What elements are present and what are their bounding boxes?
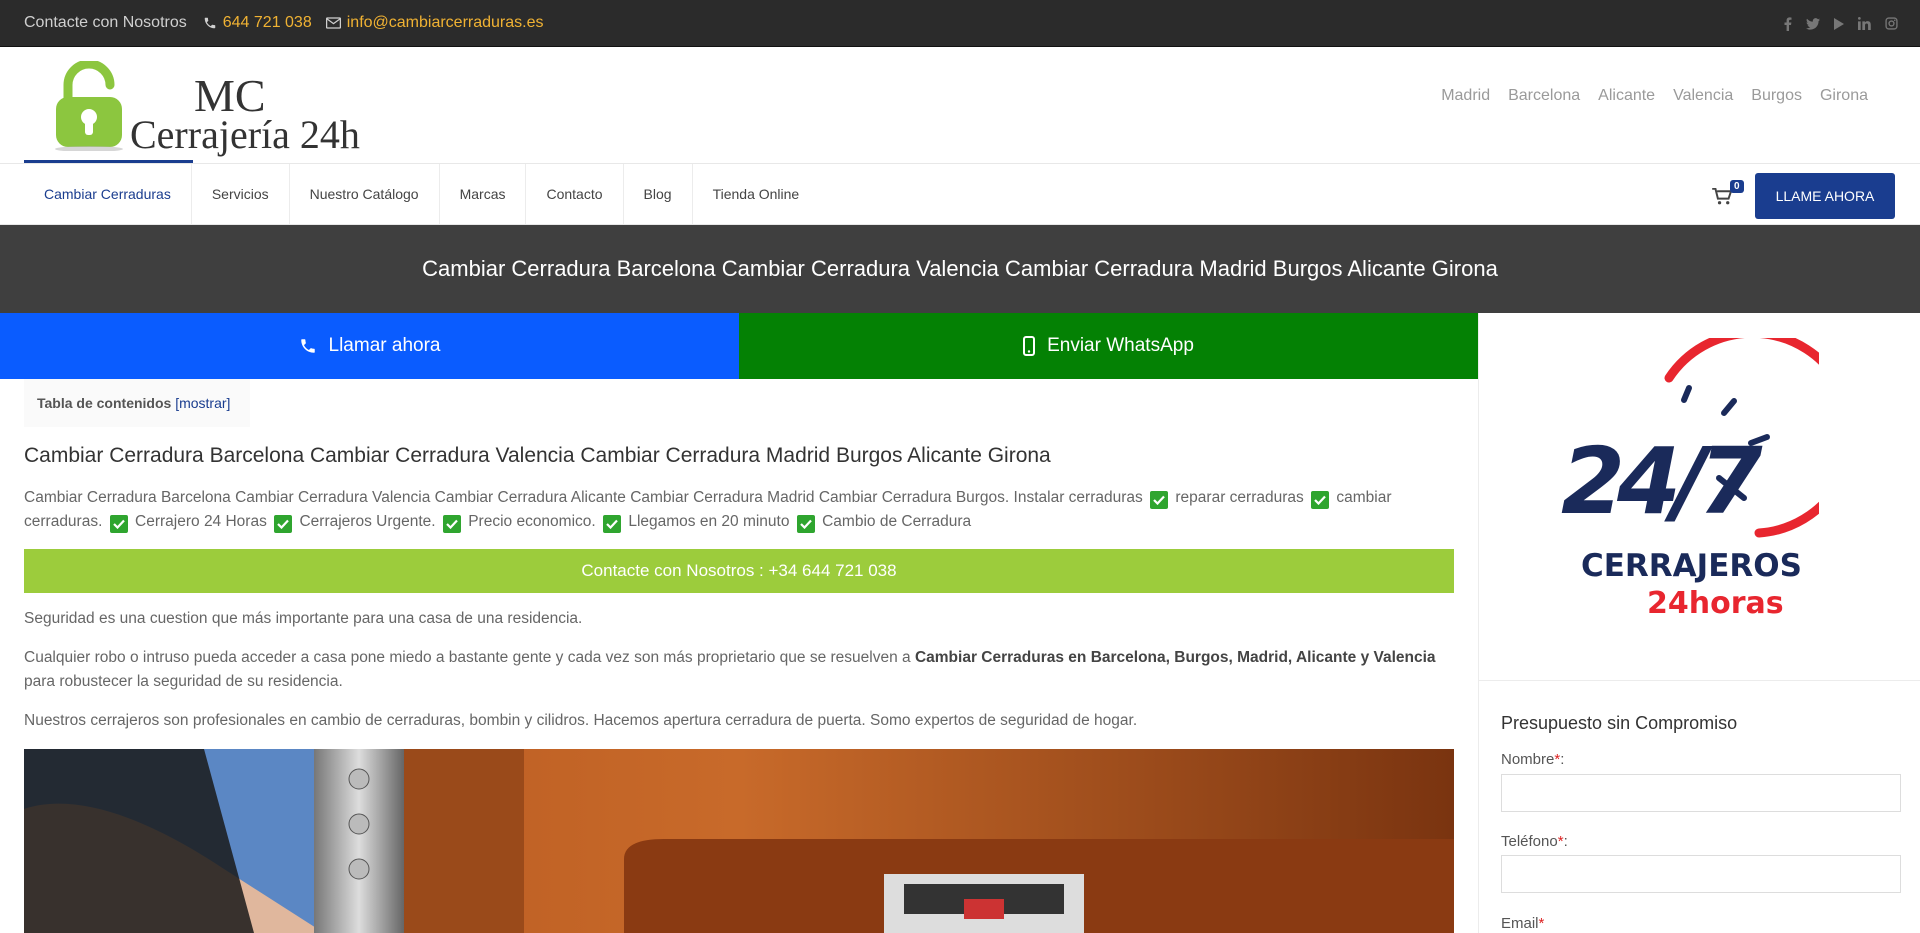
contact-phone-bar[interactable]: Contacte con Nosotros : +34 644 721 038 bbox=[24, 549, 1454, 593]
article-paragraph-1: Seguridad es una cuestion que más import… bbox=[24, 610, 583, 627]
article-heading: Cambiar Cerradura Barcelona Cambiar Cerr… bbox=[24, 444, 1051, 467]
cart-count-badge: 0 bbox=[1730, 180, 1744, 193]
city-links: Madrid Barcelona Alicante Valencia Burgo… bbox=[1441, 87, 1868, 105]
page-title-band: Cambiar Cerradura Barcelona Cambiar Cerr… bbox=[0, 225, 1920, 313]
call-now-button[interactable]: LLAME AHORA bbox=[1755, 173, 1895, 219]
call-cta-label: Llamar ahora bbox=[328, 335, 441, 356]
badge-word-24horas: 24horas bbox=[1647, 586, 1784, 621]
social-links bbox=[1784, 0, 1898, 47]
phone-input[interactable] bbox=[1501, 855, 1901, 893]
24-7-locksmith-badge: 24/7 CERRAJEROS 24horas bbox=[1519, 328, 1857, 638]
instagram-icon[interactable] bbox=[1885, 17, 1898, 30]
email-field-label: Email* bbox=[1501, 915, 1544, 932]
intro-item: Llegamos en 20 minuto bbox=[628, 513, 790, 530]
nav-item-servicios[interactable]: Servicios bbox=[192, 164, 290, 224]
required-marker: * bbox=[1557, 833, 1564, 850]
video-frame-image bbox=[24, 749, 1454, 933]
sidebar-divider bbox=[1479, 680, 1920, 681]
topbar-email-text: info@cambiarcerraduras.es bbox=[346, 14, 544, 31]
check-icon bbox=[1150, 491, 1169, 509]
article-paragraph-3: Nuestros cerrajeros son profesionales en… bbox=[24, 712, 1138, 729]
p2-end: para robustecer la seguridad de su resid… bbox=[24, 673, 343, 690]
mobile-phone-icon bbox=[1023, 336, 1036, 356]
check-icon bbox=[442, 515, 461, 533]
required-marker: * bbox=[1538, 915, 1545, 932]
nav-items: Cambiar Cerraduras Servicios Nuestro Cat… bbox=[24, 164, 819, 224]
city-link-madrid[interactable]: Madrid bbox=[1441, 87, 1490, 105]
logo-text-cerrajeria: Cerrajería 24h bbox=[130, 112, 360, 157]
topbar-email-link[interactable]: info@cambiarcerraduras.es bbox=[325, 14, 544, 32]
cart-button[interactable]: 0 bbox=[1712, 180, 1748, 208]
city-link-valencia[interactable]: Valencia bbox=[1673, 87, 1733, 105]
twitter-icon[interactable] bbox=[1806, 17, 1820, 30]
p2-start: Cualquier robo o intruso pueda acceder a… bbox=[24, 649, 915, 666]
city-link-girona[interactable]: Girona bbox=[1820, 87, 1868, 105]
name-field-label: Nombre*: bbox=[1501, 751, 1565, 768]
badge-word-cerrajeros: CERRAJEROS bbox=[1581, 548, 1802, 584]
topbar-phone-text: 644 721 038 bbox=[222, 14, 312, 31]
youtube-icon[interactable] bbox=[1834, 17, 1844, 30]
check-icon bbox=[603, 515, 622, 533]
article-paragraph-2: Cualquier robo o intruso pueda acceder a… bbox=[24, 646, 1454, 694]
site-logo[interactable]: MC Cerrajería 24h bbox=[52, 61, 382, 161]
city-link-burgos[interactable]: Burgos bbox=[1751, 87, 1802, 105]
sidebar: 24/7 CERRAJEROS 24horas Presupuesto sin … bbox=[1478, 313, 1920, 933]
intro-item: reparar cerraduras bbox=[1175, 489, 1304, 506]
page-title: Cambiar Cerradura Barcelona Cambiar Cerr… bbox=[422, 256, 1498, 281]
city-link-alicante[interactable]: Alicante bbox=[1598, 87, 1655, 105]
whatsapp-cta-label: Enviar WhatsApp bbox=[1047, 335, 1194, 356]
phone-icon bbox=[299, 337, 317, 355]
facebook-icon[interactable] bbox=[1784, 16, 1792, 31]
article-video[interactable] bbox=[24, 749, 1454, 933]
cart-icon bbox=[1712, 188, 1732, 205]
nav-item-contacto[interactable]: Contacto bbox=[526, 164, 624, 224]
toc-toggle-link[interactable]: [mostrar] bbox=[175, 395, 230, 411]
site-header: MC Cerrajería 24h Madrid Barcelona Alica… bbox=[0, 47, 1920, 163]
padlock-icon bbox=[55, 61, 123, 151]
required-marker: * bbox=[1554, 751, 1561, 768]
nav-item-catalogo[interactable]: Nuestro Catálogo bbox=[290, 164, 440, 224]
intro-item: Precio economico. bbox=[468, 513, 596, 530]
email-label-text: Email bbox=[1501, 915, 1539, 932]
intro-item: Cambio de Cerradura bbox=[822, 513, 972, 530]
phone-icon bbox=[203, 16, 217, 30]
topbar-phone-link[interactable]: 644 721 038 bbox=[203, 14, 312, 32]
mail-icon bbox=[325, 17, 341, 29]
intro-item: Cerrajeros Urgente. bbox=[299, 513, 436, 530]
linkedin-icon[interactable] bbox=[1858, 17, 1871, 30]
table-of-contents: Tabla de contenidos [mostrar] bbox=[24, 379, 250, 427]
p2-bold: Cambiar Cerraduras en Barcelona, Burgos,… bbox=[914, 649, 1436, 666]
intro-lead-text: Cambiar Cerradura Barcelona Cambiar Cerr… bbox=[24, 489, 1143, 506]
check-icon bbox=[274, 515, 293, 533]
main-nav: Cambiar Cerraduras Servicios Nuestro Cat… bbox=[0, 163, 1920, 225]
whatsapp-cta-button[interactable]: Enviar WhatsApp bbox=[739, 313, 1478, 379]
check-icon bbox=[796, 515, 815, 533]
nav-item-blog[interactable]: Blog bbox=[624, 164, 693, 224]
topbar-contact-label: Contacte con Nosotros bbox=[24, 14, 187, 31]
nav-item-tienda-online[interactable]: Tienda Online bbox=[693, 164, 820, 224]
phone-label-text: Teléfono bbox=[1501, 833, 1558, 850]
nav-item-marcas[interactable]: Marcas bbox=[440, 164, 527, 224]
toc-label: Tabla de contenidos bbox=[37, 395, 172, 411]
badge-number: 24/7 bbox=[1561, 428, 1763, 535]
check-icon bbox=[1311, 491, 1330, 509]
intro-item: Cerrajero 24 Horas bbox=[135, 513, 267, 530]
name-label-text: Nombre bbox=[1501, 751, 1555, 768]
article-intro: Cambiar Cerradura Barcelona Cambiar Cerr… bbox=[24, 486, 1454, 534]
phone-field-label: Teléfono*: bbox=[1501, 833, 1568, 850]
city-link-barcelona[interactable]: Barcelona bbox=[1508, 87, 1580, 105]
call-cta-button[interactable]: Llamar ahora bbox=[0, 313, 739, 379]
name-input[interactable] bbox=[1501, 774, 1901, 812]
nav-item-cambiar-cerraduras[interactable]: Cambiar Cerraduras bbox=[24, 164, 192, 224]
article-content: Tabla de contenidos [mostrar] Cambiar Ce… bbox=[0, 379, 1478, 933]
check-icon bbox=[109, 515, 128, 533]
quote-form-title: Presupuesto sin Compromiso bbox=[1501, 713, 1738, 733]
top-bar: Contacte con Nosotros 644 721 038 info@c… bbox=[0, 0, 1920, 47]
